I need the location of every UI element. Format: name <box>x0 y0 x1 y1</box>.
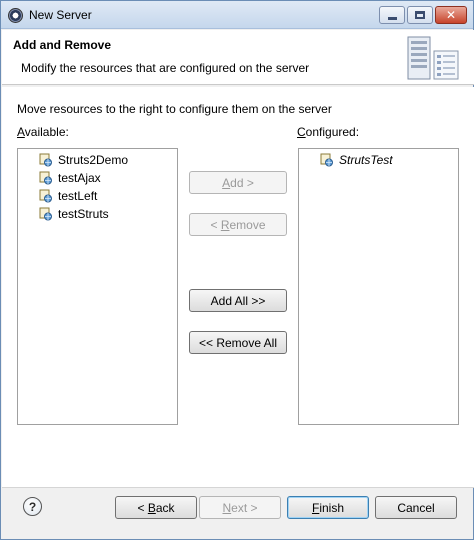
wizard-content: Move resources to the right to configure… <box>2 87 474 487</box>
new-server-window: New Server ✕ Add and Remove Modify the r… <box>0 0 474 540</box>
wizard-banner: Add and Remove Modify the resources that… <box>2 30 474 85</box>
web-project-icon <box>39 189 52 203</box>
server-wizard-icon <box>407 36 459 80</box>
available-label-text: vailable: <box>24 125 69 139</box>
title-bar[interactable]: New Server ✕ <box>1 1 473 29</box>
configured-label-mnemonic: C <box>297 125 306 139</box>
back-button[interactable]: < Back <box>115 496 197 519</box>
instruction-text: Move resources to the right to configure… <box>17 102 332 116</box>
help-icon[interactable]: ? <box>23 497 42 516</box>
back-button-prefix: < <box>137 500 148 515</box>
list-item[interactable]: testAjax <box>39 169 101 187</box>
finish-button-text: inish <box>319 500 345 515</box>
configured-label-text: onfigured: <box>305 125 360 139</box>
web-project-icon <box>39 207 52 221</box>
close-icon: ✕ <box>445 8 457 22</box>
add-button-text: dd > <box>230 175 254 190</box>
back-button-text: ack <box>155 500 175 515</box>
next-button[interactable]: Next > <box>199 496 281 519</box>
maximize-icon <box>415 11 425 19</box>
project-name: testAjax <box>58 171 101 185</box>
web-project-icon <box>320 153 333 167</box>
add-button-mnemonic: A <box>222 175 231 190</box>
finish-button-mnemonic: F <box>311 500 320 515</box>
finish-button[interactable]: Finish <box>287 496 369 519</box>
project-name: StrutsTest <box>339 153 393 167</box>
available-label: Available: <box>17 125 69 139</box>
available-label-mnemonic: A <box>17 125 25 139</box>
eclipse-app-icon <box>8 8 23 23</box>
next-button-text: ext > <box>231 500 258 515</box>
list-item[interactable]: StrutsTest <box>320 151 393 169</box>
web-project-icon <box>39 171 52 185</box>
add-all-button[interactable]: Add All >> <box>189 289 287 312</box>
project-name: Struts2Demo <box>58 153 129 167</box>
footer-separator <box>2 487 474 488</box>
page-description: Modify the resources that are configured… <box>21 61 310 75</box>
next-button-mnemonic: N <box>222 500 232 515</box>
available-list[interactable]: Struts2Demo testAjax testLeft testStruts <box>17 148 178 425</box>
remove-button-mnemonic: R <box>220 217 230 232</box>
remove-button[interactable]: < Remove <box>189 213 287 236</box>
project-name: testStruts <box>58 207 109 221</box>
back-button-mnemonic: B <box>147 500 156 515</box>
list-item[interactable]: Struts2Demo <box>39 151 128 169</box>
add-button[interactable]: Add > <box>189 171 287 194</box>
remove-all-button[interactable]: << Remove All <box>189 331 287 354</box>
minimize-icon <box>387 16 397 20</box>
close-button[interactable]: ✕ <box>435 6 467 24</box>
cancel-button[interactable]: Cancel <box>375 496 457 519</box>
minimize-button[interactable] <box>379 6 405 24</box>
window-title: New Server <box>29 8 92 22</box>
list-item[interactable]: testLeft <box>39 187 97 205</box>
remove-button-prefix: < <box>210 217 221 232</box>
list-item[interactable]: testStruts <box>39 205 109 223</box>
project-name: testLeft <box>58 189 98 203</box>
configured-label: Configured: <box>297 125 359 139</box>
maximize-button[interactable] <box>407 6 433 24</box>
web-project-icon <box>39 153 52 167</box>
configured-list[interactable]: StrutsTest <box>298 148 459 425</box>
page-title: Add and Remove <box>13 38 112 52</box>
remove-button-text: emove <box>229 217 266 232</box>
